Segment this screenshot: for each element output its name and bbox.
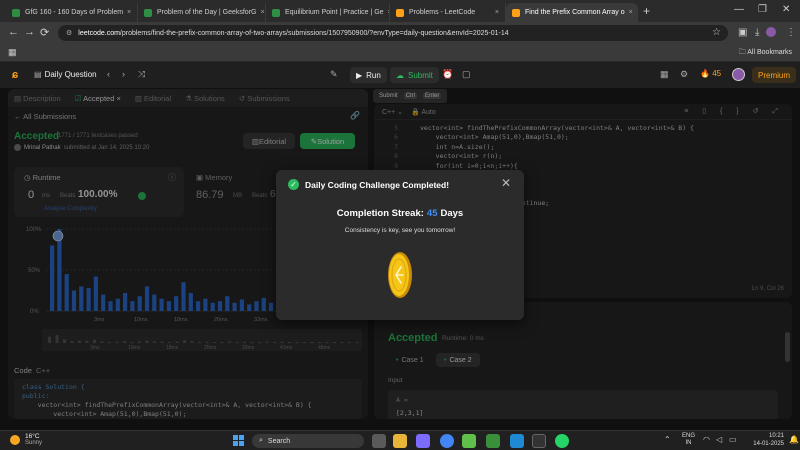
all-bookmarks-link[interactable]: 🗀 All Bookmarks	[739, 48, 792, 59]
run-button[interactable]: ▶ Run	[350, 67, 387, 83]
leetcode-favicon-icon	[396, 8, 404, 17]
copilot-icon[interactable]	[416, 434, 430, 448]
file-explorer-icon[interactable]	[393, 434, 407, 448]
leetcode-favicon-icon	[512, 8, 520, 17]
streak-value: 45	[426, 208, 438, 219]
notification-icon[interactable]: 🔔	[789, 435, 799, 444]
apps-grid-icon[interactable]: ▦	[8, 47, 17, 58]
folder-icon: 🗀	[738, 49, 748, 56]
modal-title: Daily Coding Challenge Completed!	[305, 180, 450, 190]
address-bar[interactable]: ⚙ leetcode.com/problems/find-the-prefix-…	[58, 25, 728, 41]
start-button[interactable]	[233, 435, 244, 446]
close-tab-icon[interactable]: ×	[123, 9, 131, 16]
tray-chevron-icon[interactable]: ⌃	[664, 435, 671, 444]
bookmarks-bar: ▦ 🗀 All Bookmarks	[0, 44, 800, 62]
prev-problem-icon[interactable]: ‹	[107, 69, 110, 79]
back-icon[interactable]: ←	[8, 26, 19, 38]
whatsapp-icon[interactable]	[555, 434, 569, 448]
close-window-icon[interactable]: ✕	[782, 4, 790, 15]
volume-icon[interactable]: ◁	[716, 435, 722, 444]
settings-gear-icon[interactable]: ⚙	[680, 69, 688, 80]
play-icon: ▶	[356, 70, 363, 80]
gfg-favicon-icon	[144, 8, 152, 17]
vscode-icon[interactable]	[510, 434, 524, 448]
close-icon[interactable]: ✕	[501, 176, 511, 190]
shuffle-icon[interactable]: ⤨	[138, 69, 145, 80]
gfg-favicon-icon	[272, 8, 280, 17]
modal-subtitle: Consistency is key, see you tomorrow!	[344, 227, 456, 234]
input-language[interactable]: ENG IN	[682, 433, 695, 447]
avatar[interactable]	[732, 68, 745, 81]
gfg-favicon-icon	[12, 8, 20, 17]
browser-tab[interactable]: Problems - LeetCode ×	[390, 3, 506, 22]
download-icon[interactable]: ⤓	[755, 27, 759, 38]
next-problem-icon[interactable]: ›	[122, 69, 125, 79]
profile-avatar[interactable]	[766, 27, 776, 37]
sun-icon	[10, 435, 20, 445]
chrome-icon[interactable]	[440, 434, 454, 448]
maximize-icon[interactable]: ❐	[758, 4, 767, 15]
taskbar-search[interactable]: ⌕ Search	[252, 434, 364, 448]
app-icon[interactable]	[462, 434, 476, 448]
url-path: /problems/find-the-prefix-common-array-o…	[119, 29, 509, 37]
completion-streak: Completion Streak: 45 Days	[336, 208, 464, 219]
gold-coin-icon	[388, 252, 412, 298]
app-icon[interactable]	[532, 434, 546, 448]
wifi-icon[interactable]: ◠	[703, 435, 710, 444]
browser-tab-strip: GfG 160 - 160 Days of Problem × Problem o…	[0, 0, 800, 22]
weather-widget[interactable]: 16°C Sunny	[10, 433, 42, 447]
browser-tab[interactable]: Problem of the Day | GeeksforG ×	[138, 3, 266, 22]
streak-counter[interactable]: 🔥 45	[700, 69, 721, 78]
system-clock[interactable]: 10:21 14-01-2025	[744, 433, 784, 448]
daily-question-link[interactable]: ▤ Daily Question	[34, 70, 97, 79]
close-tab-icon[interactable]: ×	[625, 9, 633, 16]
browser-tab[interactable]: GfG 160 - 160 Days of Problem ×	[6, 3, 138, 22]
minimize-icon[interactable]: —	[734, 4, 744, 15]
search-icon: ⌕	[259, 437, 263, 444]
bookmark-star-icon[interactable]: ☆	[712, 27, 721, 38]
task-view-icon[interactable]	[372, 434, 386, 448]
submit-button[interactable]: ☁ Submit	[390, 67, 439, 83]
leetcode-logo-icon[interactable]: ɕ	[12, 69, 18, 81]
check-circle-icon: ✓	[288, 179, 299, 190]
cloud-upload-icon: ☁	[396, 70, 404, 80]
premium-button[interactable]: Premium	[752, 67, 797, 83]
new-tab-button[interactable]: +	[643, 4, 650, 18]
alarm-icon[interactable]: ⏰	[442, 69, 453, 80]
completion-modal: ✓ Daily Coding Challenge Completed! ✕ Co…	[276, 170, 524, 320]
layout-icon[interactable]: ▦	[660, 69, 669, 80]
windows-taskbar: 16°C Sunny ⌕ Search ⌃ ENG IN ◠ ◁ ▭ 10:21 14-…	[0, 430, 800, 450]
battery-icon[interactable]: ▭	[729, 435, 737, 444]
browser-toolbar: ← → ⟳ ⚙ leetcode.com/problems/find-the-p…	[0, 22, 800, 44]
close-tab-icon[interactable]: ×	[491, 9, 499, 16]
close-tab-icon[interactable]: ×	[256, 9, 264, 16]
browser-tab[interactable]: Equilibrium Point | Practice | Ge×	[266, 3, 390, 22]
menu-icon[interactable]: ⋮	[786, 27, 796, 38]
leetcode-header: ɕ ▤ Daily Question ‹ › ⤨ ✎ ▶ Run ☁ Submit ⏰…	[0, 62, 800, 88]
app-icon[interactable]	[486, 434, 500, 448]
debug-icon[interactable]: ✎	[330, 69, 338, 80]
reload-icon[interactable]: ⟳	[40, 26, 49, 39]
url-host: leetcode.com	[78, 29, 120, 37]
fire-icon: 🔥	[700, 69, 710, 78]
notes-icon[interactable]: ▢	[462, 69, 471, 80]
calendar-icon: ▤	[34, 70, 42, 79]
site-info-icon[interactable]: ⚙	[66, 29, 72, 37]
extensions-icon[interactable]: ▣	[738, 27, 747, 38]
browser-tab-active[interactable]: Find the Prefix Common Array o ×	[506, 3, 638, 22]
forward-icon[interactable]: →	[24, 26, 35, 38]
